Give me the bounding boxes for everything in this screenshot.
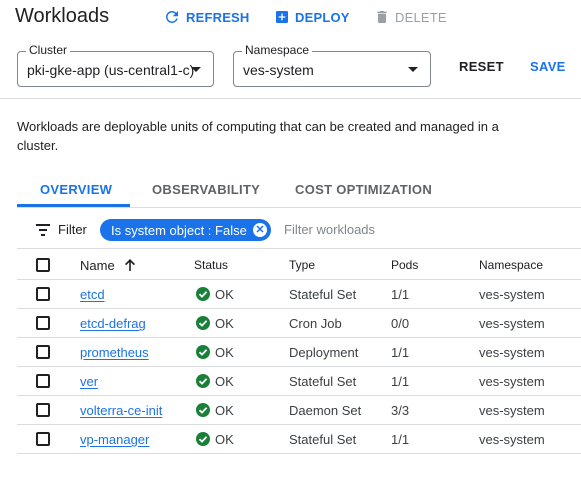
- status-text: OK: [215, 316, 234, 331]
- namespace-cell: ves-system: [479, 287, 545, 302]
- row-checkbox[interactable]: [36, 432, 50, 446]
- cluster-select-label: Cluster: [26, 43, 71, 57]
- status-text: OK: [215, 432, 234, 447]
- delete-button[interactable]: DELETE: [374, 7, 447, 27]
- column-header-namespace[interactable]: Namespace: [479, 258, 543, 272]
- dropdown-arrow-icon: [191, 67, 201, 72]
- row-checkbox[interactable]: [36, 374, 50, 388]
- header-divider: [0, 98, 581, 99]
- column-header-name[interactable]: Name: [80, 258, 136, 273]
- refresh-button[interactable]: REFRESH: [163, 7, 250, 27]
- delete-label: DELETE: [395, 9, 447, 25]
- filter-button[interactable]: Filter: [36, 222, 87, 237]
- table-row: etcd-defrag OK Cron Job 0/0 ves-system: [17, 309, 581, 338]
- workload-name-link[interactable]: etcd-defrag: [80, 316, 146, 331]
- status-text: OK: [215, 345, 234, 360]
- cluster-select[interactable]: Cluster pki-gke-app (us-central1-c): [17, 43, 214, 87]
- namespace-select[interactable]: Namespace ves-system: [233, 43, 431, 87]
- page-title: Workloads: [15, 5, 110, 27]
- tab-cost-optimization[interactable]: COST OPTIMIZATION: [295, 182, 432, 197]
- table-row: vp-manager OK Stateful Set 1/1 ves-syste…: [17, 425, 581, 454]
- pods-cell: 0/0: [391, 316, 410, 331]
- status-text: OK: [215, 287, 234, 302]
- table-row: prometheus OK Deployment 1/1 ves-system: [17, 338, 581, 367]
- table-row: etcd OK Stateful Set 1/1 ves-system: [17, 280, 581, 309]
- trash-icon: [377, 11, 387, 23]
- close-icon[interactable]: ✕: [253, 223, 267, 237]
- tabs-divider: [17, 207, 581, 208]
- table-row: ver OK Stateful Set 1/1 ves-system: [17, 367, 581, 396]
- pods-cell: 1/1: [391, 374, 410, 389]
- check-circle-icon: [196, 432, 210, 446]
- filter-workloads-input[interactable]: Filter workloads: [284, 222, 375, 237]
- type-cell: Stateful Set: [289, 374, 357, 389]
- type-cell: Stateful Set: [289, 432, 357, 447]
- workload-name-link[interactable]: volterra-ce-init: [80, 403, 162, 418]
- cluster-select-value: pki-gke-app (us-central1-c): [27, 62, 195, 78]
- namespace-cell: ves-system: [479, 374, 545, 389]
- reset-button[interactable]: RESET: [459, 59, 504, 74]
- row-checkbox[interactable]: [36, 345, 50, 359]
- table-row: volterra-ce-init OK Daemon Set 3/3 ves-s…: [17, 396, 581, 425]
- workload-name-link[interactable]: prometheus: [80, 345, 149, 360]
- page-description: Workloads are deployable units of comput…: [17, 119, 499, 153]
- column-header-pods[interactable]: Pods: [391, 258, 418, 272]
- namespace-cell: ves-system: [479, 345, 545, 360]
- pods-cell: 1/1: [391, 287, 410, 302]
- column-header-type[interactable]: Type: [289, 258, 315, 272]
- tab-overview[interactable]: OVERVIEW: [40, 182, 112, 197]
- row-checkbox[interactable]: [36, 287, 50, 301]
- refresh-icon: [165, 10, 178, 23]
- column-header-name-label: Name: [80, 258, 115, 273]
- column-header-status[interactable]: Status: [194, 258, 228, 272]
- pods-cell: 3/3: [391, 403, 410, 418]
- row-checkbox[interactable]: [36, 403, 50, 417]
- select-all-checkbox[interactable]: [36, 258, 50, 272]
- namespace-cell: ves-system: [479, 432, 545, 447]
- row-checkbox[interactable]: [36, 316, 50, 330]
- status-text: OK: [215, 374, 234, 389]
- filter-divider: [17, 248, 581, 249]
- refresh-label: REFRESH: [186, 9, 250, 25]
- check-circle-icon: [196, 287, 210, 301]
- filter-chip[interactable]: Is system object : False ✕: [100, 219, 271, 241]
- check-circle-icon: [196, 374, 210, 388]
- filter-label: Filter: [58, 222, 87, 237]
- deploy-button[interactable]: DEPLOY: [274, 7, 350, 27]
- namespace-cell: ves-system: [479, 403, 545, 418]
- namespace-cell: ves-system: [479, 316, 545, 331]
- type-cell: Daemon Set: [289, 403, 362, 418]
- check-circle-icon: [196, 403, 210, 417]
- namespace-select-value: ves-system: [243, 62, 314, 78]
- pods-cell: 1/1: [391, 432, 410, 447]
- type-cell: Stateful Set: [289, 287, 357, 302]
- type-cell: Cron Job: [289, 316, 342, 331]
- tab-observability[interactable]: OBSERVABILITY: [152, 182, 260, 197]
- workload-name-link[interactable]: vp-manager: [80, 432, 149, 447]
- pods-cell: 1/1: [391, 345, 410, 360]
- type-cell: Deployment: [289, 345, 359, 360]
- save-button[interactable]: SAVE: [530, 59, 566, 74]
- check-circle-icon: [196, 316, 210, 330]
- filter-list-icon: [36, 223, 50, 236]
- deploy-label: DEPLOY: [295, 9, 350, 25]
- add-box-icon: [276, 11, 288, 23]
- filter-chip-label: Is system object : False: [111, 222, 247, 238]
- workload-name-link[interactable]: ver: [80, 374, 98, 389]
- status-text: OK: [215, 403, 234, 418]
- namespace-select-label: Namespace: [242, 43, 313, 57]
- check-circle-icon: [196, 345, 210, 359]
- arrow-up-icon: [125, 259, 136, 271]
- workload-name-link[interactable]: etcd: [80, 287, 105, 302]
- dropdown-arrow-icon: [408, 67, 418, 72]
